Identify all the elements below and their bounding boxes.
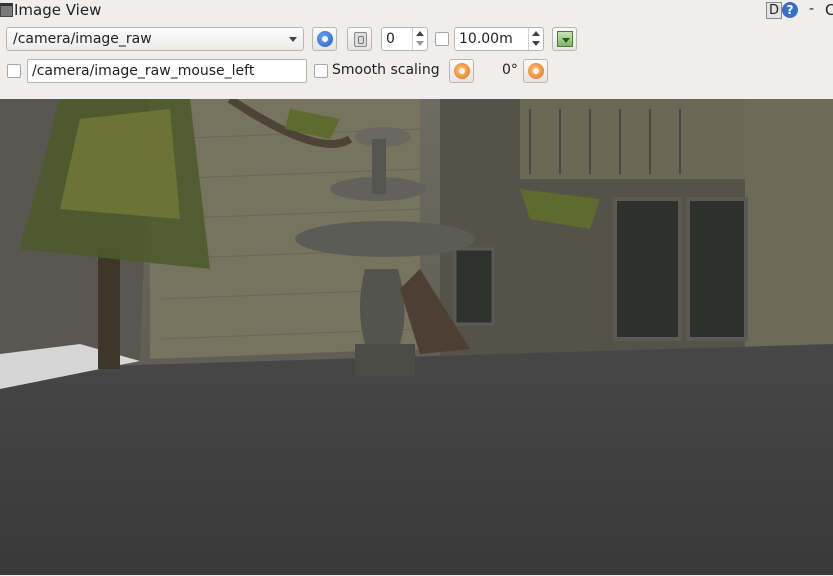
spin-arrows[interactable] xyxy=(412,28,427,50)
camera-image xyxy=(0,99,833,575)
help-icon[interactable]: ? xyxy=(782,2,798,18)
topic-select-value: /camera/image_raw xyxy=(13,31,152,47)
publish-mouse-checkbox[interactable] xyxy=(7,64,21,78)
balcony xyxy=(520,99,745,179)
rotate-left-button[interactable] xyxy=(449,59,474,83)
smooth-scaling-label: Smooth scaling xyxy=(332,62,440,78)
window-left xyxy=(613,197,682,341)
max-range-spinbox[interactable]: 10.00m xyxy=(454,27,544,51)
right-siding xyxy=(745,99,833,379)
spin-down-icon[interactable] xyxy=(416,41,424,46)
spin-down-icon[interactable] xyxy=(532,41,540,46)
num-gridlines-value: 0 xyxy=(386,31,395,47)
window-right xyxy=(686,197,748,341)
rotate-left-icon xyxy=(454,63,470,79)
refresh-icon xyxy=(317,31,333,47)
window-icon xyxy=(0,3,13,17)
rotate-right-icon xyxy=(528,63,544,79)
rotation-value: 0° xyxy=(502,62,518,78)
zoom-original-icon xyxy=(354,32,367,47)
spin-arrows[interactable] xyxy=(528,28,543,50)
spin-up-icon[interactable] xyxy=(416,31,424,36)
spin-up-icon[interactable] xyxy=(532,31,540,36)
mouse-topic-input[interactable]: /camera/image_raw_mouse_left xyxy=(27,59,307,83)
close-button[interactable]: C xyxy=(825,1,833,19)
zoom-1-button[interactable] xyxy=(347,27,372,51)
ground xyxy=(0,344,833,575)
detach-button[interactable]: D xyxy=(766,2,782,19)
window-title: Image View xyxy=(14,1,102,19)
dynamic-range-checkbox[interactable] xyxy=(435,32,449,46)
minimize-button[interactable]: - xyxy=(809,1,814,17)
mouse-topic-value: /camera/image_raw_mouse_left xyxy=(32,63,255,79)
window-small xyxy=(453,247,495,326)
num-gridlines-spinbox[interactable]: 0 xyxy=(381,27,428,51)
rotate-right-button[interactable] xyxy=(523,59,548,83)
smooth-scaling-checkbox[interactable] xyxy=(314,64,328,78)
chevron-down-icon xyxy=(289,37,297,42)
max-range-value: 10.00m xyxy=(459,31,513,47)
title-bar: Image View D ? - C xyxy=(0,0,833,22)
topic-select[interactable]: /camera/image_raw xyxy=(6,27,304,51)
refresh-topics-button[interactable] xyxy=(312,27,337,51)
save-image-button[interactable] xyxy=(552,27,577,51)
save-icon xyxy=(557,31,573,47)
image-viewport[interactable] xyxy=(0,99,833,575)
